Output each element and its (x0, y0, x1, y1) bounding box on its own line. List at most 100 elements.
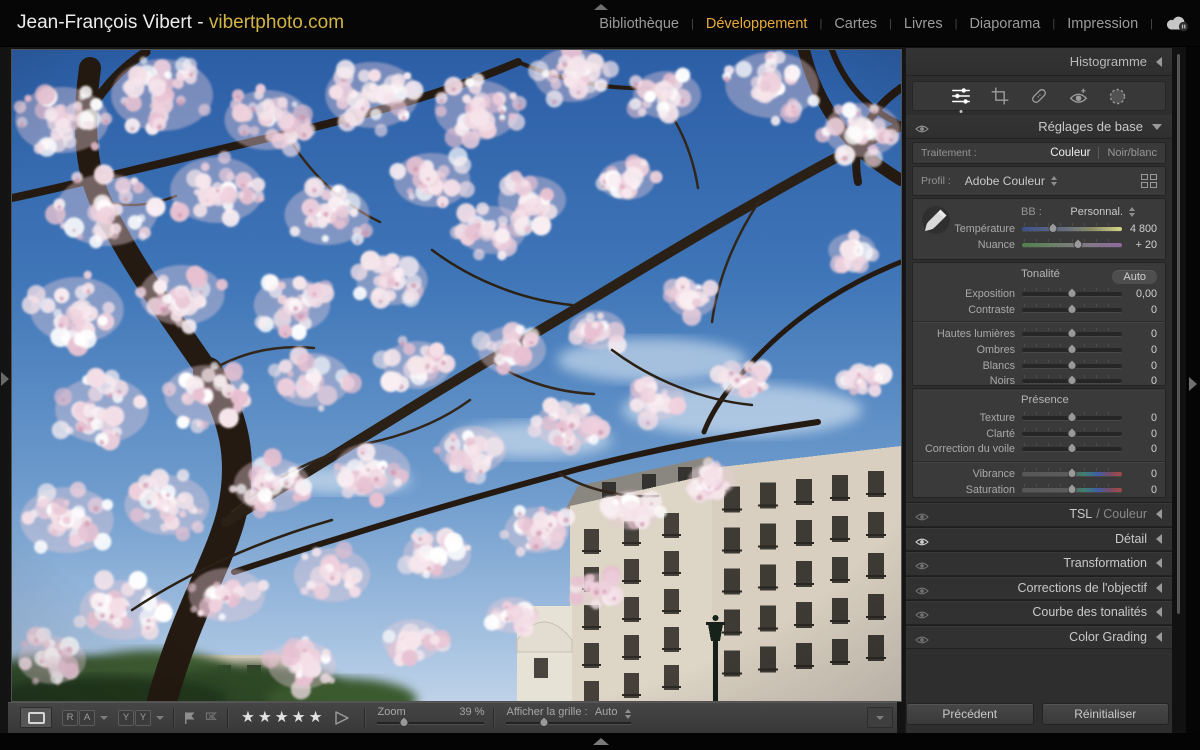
cloud-sync-icon[interactable] (1165, 15, 1190, 32)
slider-value[interactable]: 0 (1122, 484, 1157, 496)
slider-thumb[interactable] (1047, 222, 1060, 235)
play-slideshow-icon[interactable] (333, 710, 351, 726)
grid-size-slider[interactable] (506, 722, 631, 724)
masking-tool[interactable] (1105, 84, 1129, 108)
saturation-slider[interactable] (1022, 488, 1122, 492)
module-livres[interactable]: Livres (904, 16, 943, 32)
profile-select[interactable]: Adobe Couleur (965, 174, 1045, 188)
top-panel-reveal-arrow[interactable] (594, 4, 608, 10)
slider-thumb[interactable] (1066, 287, 1079, 300)
slider-thumb[interactable] (1072, 238, 1085, 251)
slider-value[interactable]: 4 800 (1122, 223, 1157, 235)
basic-adjustments-tool[interactable] (949, 84, 973, 108)
module-impression[interactable]: Impression (1067, 16, 1138, 32)
module-diaporama[interactable]: Diaporama (969, 16, 1040, 32)
select-arrows-icon[interactable] (1129, 207, 1135, 217)
panel-header-courbe-tonalites[interactable]: Courbe des tonalités (906, 600, 1172, 625)
slider-thumb[interactable] (1066, 427, 1079, 440)
slider-value[interactable]: 0 (1122, 412, 1157, 424)
profile-browser-grid-icon[interactable] (1141, 174, 1157, 188)
slider-thumb[interactable] (1066, 303, 1079, 316)
histogram-panel-header[interactable]: Histogramme (906, 48, 1172, 76)
loupe-view-button[interactable] (20, 707, 52, 728)
panel-header-corrections-objectif[interactable]: Corrections de l'objectif (906, 576, 1172, 601)
clarity-slider[interactable] (1022, 432, 1122, 436)
wb-select[interactable]: Personnal. (1070, 206, 1123, 218)
auto-tone-button[interactable]: Auto (1112, 270, 1157, 284)
blacks-slider[interactable] (1022, 379, 1122, 383)
slider-value[interactable]: 0,00 (1122, 288, 1157, 300)
slider-value[interactable]: 0 (1122, 428, 1157, 440)
slider-value[interactable]: + 20 (1122, 239, 1157, 251)
right-panel-collapse-arrow[interactable] (1189, 377, 1197, 391)
panel-visibility-eye-icon[interactable] (915, 537, 929, 547)
photo-canvas[interactable] (12, 50, 901, 701)
slider-thumb[interactable] (1066, 343, 1079, 356)
dehaze-slider[interactable] (1022, 447, 1122, 451)
panel-header-tsl-couleur[interactable]: TSL/ Couleur (906, 502, 1172, 527)
view-a-button[interactable]: A (79, 710, 95, 726)
panel-visibility-eye-icon[interactable] (915, 610, 929, 620)
healing-tool[interactable] (1027, 84, 1051, 108)
red-eye-tool[interactable] (1066, 84, 1090, 108)
whites-slider[interactable] (1022, 364, 1122, 368)
basic-panel-header[interactable]: Réglages de base (906, 115, 1172, 139)
contrast-slider[interactable] (1022, 308, 1122, 312)
identity-plate[interactable]: Jean-François Vibert - vibertphoto.com (17, 12, 344, 34)
reject-flag-icon[interactable] (204, 711, 218, 725)
panel-visibility-eye-icon[interactable] (915, 561, 929, 571)
view-r-button[interactable]: R (62, 710, 78, 726)
previous-button[interactable]: Précédent (906, 703, 1034, 725)
texture-slider[interactable] (1022, 416, 1122, 420)
dropdown-caret-icon[interactable] (100, 716, 108, 720)
slider-value[interactable]: 0 (1122, 375, 1157, 387)
slider-value[interactable]: 0 (1122, 328, 1157, 340)
select-arrows-icon[interactable] (1051, 176, 1057, 186)
panel-header-color-grading[interactable]: Color Grading (906, 625, 1172, 650)
white-balance-eyedropper-icon[interactable] (921, 205, 951, 235)
vibrance-slider[interactable] (1022, 472, 1122, 476)
module-cartes[interactable]: Cartes (834, 16, 877, 32)
toolbar-options-button[interactable] (867, 707, 893, 728)
reset-button[interactable]: Réinitialiser (1042, 703, 1170, 725)
treatment-couleur-option[interactable]: Couleur (1050, 147, 1090, 159)
select-arrows-icon[interactable] (625, 709, 631, 719)
exposure-slider[interactable] (1022, 292, 1122, 296)
filmstrip-reveal-arrow[interactable] (593, 738, 609, 745)
tint-slider[interactable] (1022, 243, 1122, 247)
panel-header-transformation[interactable]: Transformation (906, 551, 1172, 576)
shadows-slider[interactable] (1022, 348, 1122, 352)
panel-visibility-eye-icon[interactable] (915, 512, 929, 522)
panel-visibility-eye-icon[interactable] (915, 635, 929, 645)
slider-thumb[interactable] (1066, 374, 1079, 387)
zoom-slider[interactable] (377, 722, 484, 724)
module-bibliotheque[interactable]: Bibliothèque (599, 16, 679, 32)
slider-thumb[interactable] (1066, 411, 1079, 424)
panel-scrollbar[interactable] (1172, 48, 1186, 733)
slider-thumb[interactable] (1066, 467, 1079, 480)
grid-slider-thumb[interactable] (538, 716, 551, 729)
slider-thumb[interactable] (1066, 442, 1079, 455)
view-y1-button[interactable]: Y (118, 710, 134, 726)
scrollbar-thumb[interactable] (1177, 54, 1180, 614)
crop-tool[interactable] (988, 84, 1012, 108)
view-y2-button[interactable]: Y (135, 710, 151, 726)
slider-thumb[interactable] (1066, 359, 1079, 372)
pick-flag-icon[interactable] (183, 711, 197, 725)
panel-header-detail[interactable]: Détail (906, 527, 1172, 552)
slider-value[interactable]: 0 (1122, 468, 1157, 480)
dropdown-caret-icon[interactable] (156, 716, 164, 720)
left-panel-reveal-arrow[interactable] (1, 372, 9, 386)
treatment-noirblanc-option[interactable]: Noir/blanc (1107, 147, 1157, 159)
slider-value[interactable]: 0 (1122, 304, 1157, 316)
temperature-slider[interactable] (1022, 227, 1122, 231)
panel-visibility-eye-icon[interactable] (915, 124, 929, 134)
before-after-yy-buttons[interactable]: Y Y (118, 710, 151, 726)
panel-visibility-eye-icon[interactable] (915, 586, 929, 596)
before-after-ra-buttons[interactable]: R A (62, 710, 95, 726)
zoom-slider-thumb[interactable] (398, 716, 411, 729)
slider-value[interactable]: 0 (1122, 360, 1157, 372)
slider-thumb[interactable] (1066, 327, 1079, 340)
slider-value[interactable]: 0 (1122, 443, 1157, 455)
grid-mode-select[interactable]: Auto (595, 706, 618, 718)
